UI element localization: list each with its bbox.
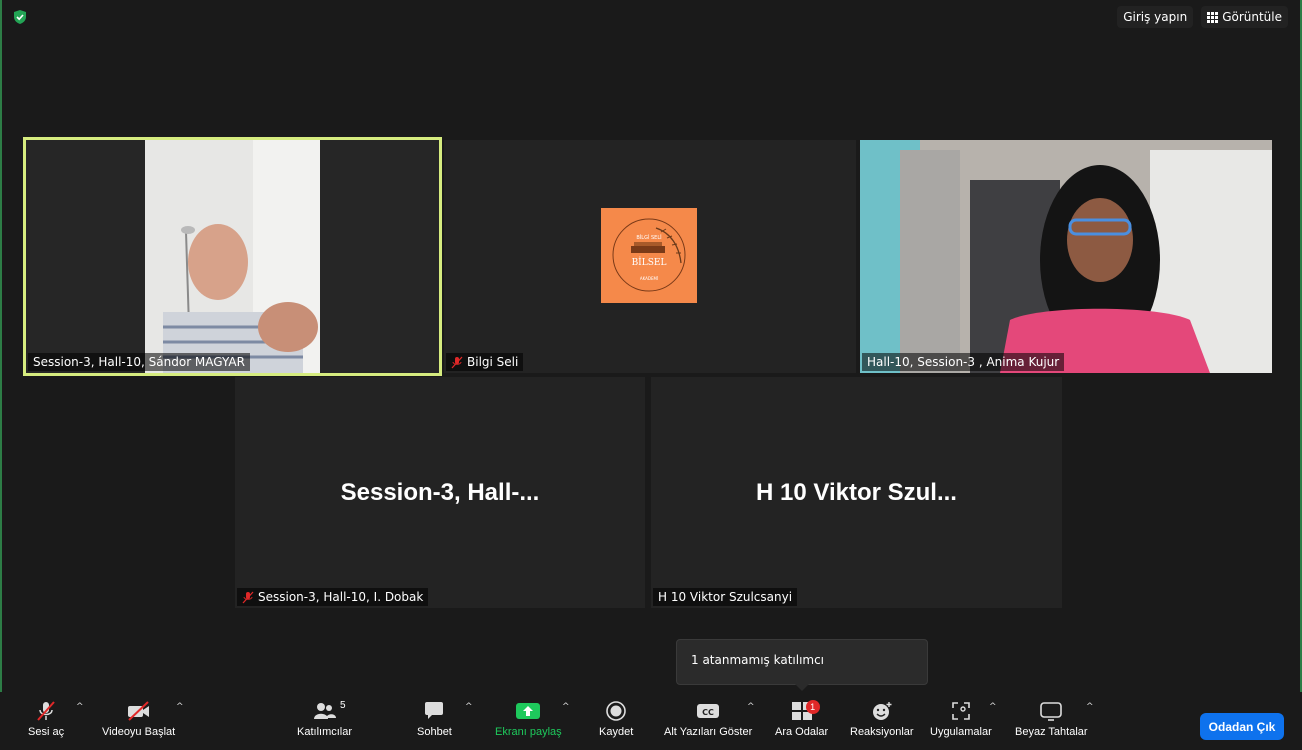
video-tile-dobak[interactable]: Session-3, Hall-... Session-3, Hall-10, …: [235, 377, 645, 608]
reactions-button[interactable]: Reaksiyonlar: [850, 698, 914, 738]
share-options-caret-icon[interactable]: ^: [562, 702, 570, 712]
signin-button[interactable]: Giriş yapın: [1117, 6, 1194, 28]
participant-name-label: H 10 Viktor Szulcsanyi: [653, 588, 798, 606]
captions-options-caret-icon[interactable]: ^: [747, 702, 755, 712]
record-icon: [606, 701, 626, 721]
reactions-label: Reaksiyonlar: [850, 726, 914, 738]
window-left-edge: [0, 0, 2, 750]
participants-label: Katılımcılar: [297, 726, 353, 738]
participants-button[interactable]: 5 Katılımcılar: [297, 698, 352, 738]
participant-video: [860, 140, 1272, 373]
participant-name-label: Session-3, Hall-10, Sándor MAGYAR: [28, 353, 250, 371]
view-button[interactable]: Görüntüle: [1201, 6, 1288, 28]
grid-view-icon: [1207, 11, 1219, 23]
apps-label: Uygulamalar: [930, 726, 992, 738]
share-screen-label: Ekranı paylaş: [495, 726, 562, 738]
participant-name-label: Bilgi Seli: [446, 353, 524, 371]
bilgi-seli-logo: BİLGİ SELİ BİLSEL AKADEMİ: [601, 208, 697, 303]
whiteboard-icon: [1040, 702, 1063, 721]
chat-options-caret-icon[interactable]: ^: [465, 702, 473, 712]
reactions-smiley-icon: [872, 702, 892, 720]
view-label: Görüntüle: [1222, 10, 1282, 24]
closed-captions-icon: CC: [697, 704, 720, 718]
svg-text:BİLSEL: BİLSEL: [632, 256, 667, 268]
chat-button[interactable]: Sohbet: [417, 698, 452, 738]
unassigned-participant-tooltip: 1 atanmamış katılımcı: [676, 639, 928, 691]
muted-mic-icon: [451, 356, 463, 368]
start-video-button[interactable]: Videoyu Başlat: [102, 698, 175, 738]
svg-text:BİLGİ SELİ: BİLGİ SELİ: [636, 234, 661, 241]
share-screen-icon: [516, 703, 541, 719]
unmute-button[interactable]: Sesi aç: [28, 698, 64, 738]
apps-button[interactable]: Uygulamalar: [930, 698, 992, 738]
show-captions-label: Alt Yazıları Göster: [664, 726, 753, 738]
participant-video: [26, 140, 439, 373]
top-right-controls: Giriş yapın Görüntüle: [1117, 6, 1288, 28]
svg-text:CC: CC: [702, 708, 714, 717]
record-label: Kaydet: [599, 726, 634, 738]
muted-mic-icon: [242, 591, 254, 603]
apps-icon: [952, 702, 970, 720]
breakout-rooms-button[interactable]: 1 Ara Odalar: [775, 698, 828, 738]
whiteboards-button[interactable]: Beyaz Tahtalar: [1015, 698, 1088, 738]
chat-bubble-icon: [425, 702, 444, 719]
participant-name-label: Session-3, Hall-10, I. Dobak: [237, 588, 429, 606]
record-button[interactable]: Kaydet: [599, 698, 633, 738]
security-shield-icon[interactable]: [12, 9, 28, 25]
participant-name: Bilgi Seli: [467, 355, 519, 369]
video-tile-viktor[interactable]: H 10 Viktor Szul... H 10 Viktor Szulcsan…: [651, 377, 1062, 608]
participant-name: Session-3, Hall-10, Sándor MAGYAR: [33, 355, 245, 369]
svg-text:AKADEMİ: AKADEMİ: [640, 276, 658, 281]
start-video-label: Videoyu Başlat: [102, 726, 176, 738]
show-captions-button[interactable]: CC Alt Yazıları Göster: [664, 698, 752, 738]
participant-count: 5: [339, 700, 346, 711]
participant-display-name: H 10 Viktor Szul...: [756, 478, 957, 506]
participant-name: Hall-10, Session-3 , Anima Kujur: [867, 355, 1060, 369]
chat-label: Sohbet: [417, 726, 452, 738]
video-off-icon: [127, 701, 149, 721]
participant-name: H 10 Viktor Szulcsanyi: [658, 590, 793, 604]
participant-display-name: Session-3, Hall-...: [340, 478, 540, 506]
video-tile-sandor[interactable]: Session-3, Hall-10, Sándor MAGYAR: [23, 137, 442, 376]
tooltip-text: 1 atanmamış katılımcı: [691, 653, 825, 667]
unmute-label: Sesi aç: [28, 726, 65, 738]
whiteboards-label: Beyaz Tahtalar: [1015, 726, 1088, 738]
breakout-notification-badge: 1: [805, 700, 820, 714]
audio-options-caret-icon[interactable]: ^: [76, 702, 84, 712]
video-tile-anima[interactable]: Hall-10, Session-3 , Anima Kujur: [860, 140, 1272, 373]
apps-options-caret-icon[interactable]: ^: [989, 702, 997, 712]
signin-label: Giriş yapın: [1123, 10, 1188, 24]
whiteboard-options-caret-icon[interactable]: ^: [1086, 702, 1094, 712]
share-screen-button[interactable]: Ekranı paylaş: [495, 698, 562, 738]
participant-name-label: Hall-10, Session-3 , Anima Kujur: [862, 353, 1065, 371]
meeting-toolbar: Sesi aç ^ Videoyu Başlat ^ 5 Katılımcıla…: [0, 692, 1302, 750]
participant-name: Session-3, Hall-10, I. Dobak: [258, 590, 424, 604]
participants-icon: [313, 703, 336, 719]
video-options-caret-icon[interactable]: ^: [176, 702, 184, 712]
mic-muted-icon: [37, 701, 55, 721]
video-tile-bilgi-seli[interactable]: BİLGİ SELİ BİLSEL AKADEMİ Bilgi Seli: [444, 140, 856, 373]
breakout-rooms-label: Ara Odalar: [775, 726, 829, 738]
leave-room-button[interactable]: Odadan Çık: [1200, 713, 1284, 740]
